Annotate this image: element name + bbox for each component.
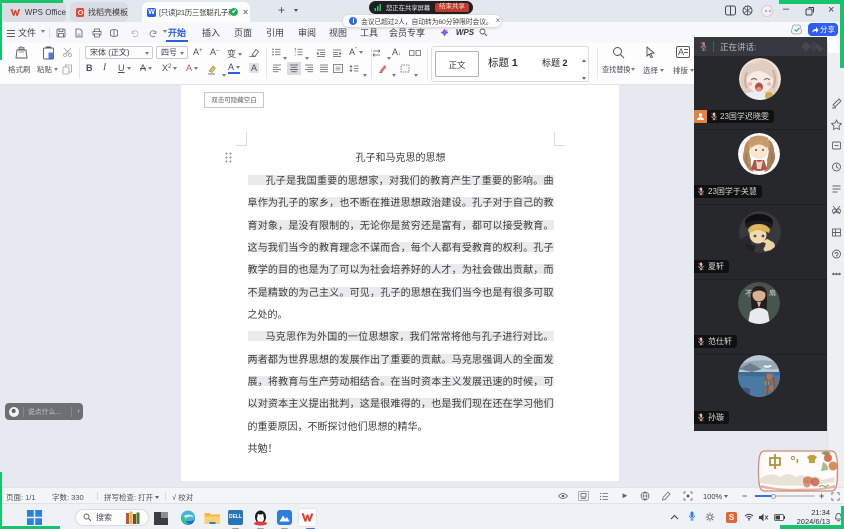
svg-text:扇: 扇 bbox=[769, 288, 776, 297]
